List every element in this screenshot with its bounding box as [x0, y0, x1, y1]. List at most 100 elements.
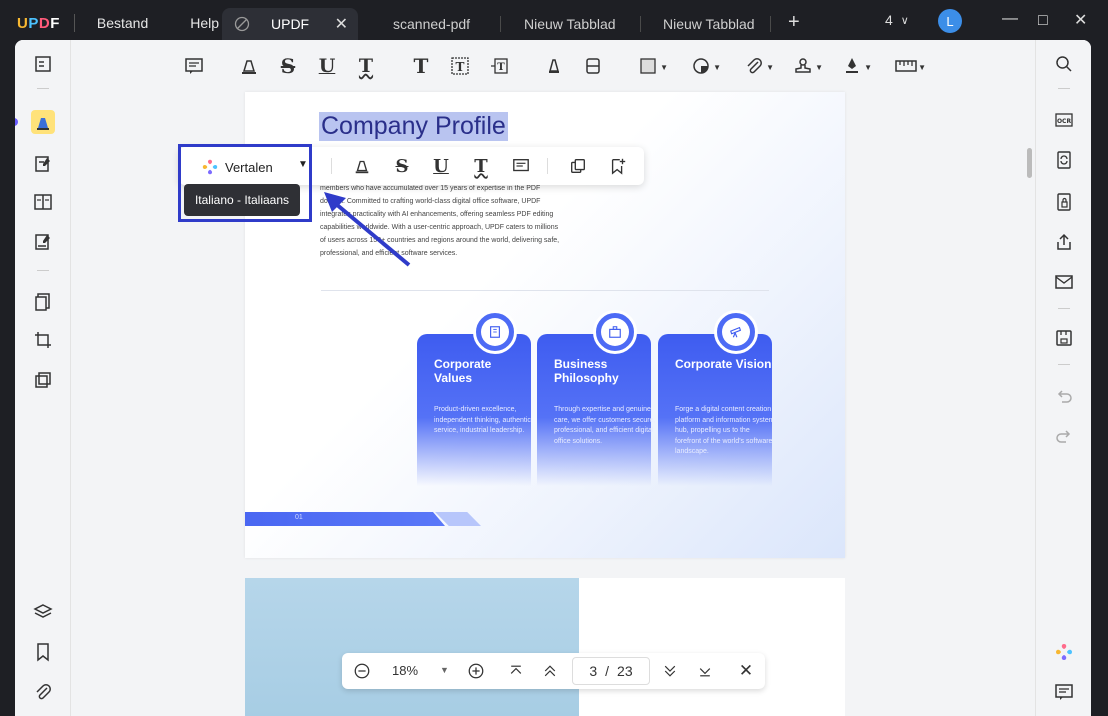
undo-icon[interactable]	[1052, 384, 1076, 408]
underline-icon[interactable]: U	[430, 156, 452, 177]
tab-nieuw-tabblad-1[interactable]: Nieuw Tabblad	[524, 8, 616, 40]
tab-updf[interactable]: UPDF ✕	[222, 8, 358, 40]
attachment-icon[interactable]	[31, 680, 55, 704]
window-count-dropdown[interactable]: 4 ∨	[885, 12, 909, 28]
signature-icon[interactable]: ▼	[839, 54, 872, 78]
copy-icon[interactable]	[567, 156, 589, 176]
sidebar-divider	[37, 88, 49, 89]
bookmark-icon[interactable]	[31, 640, 55, 664]
ocr-icon[interactable]: OCR	[1052, 108, 1076, 132]
reader-icon[interactable]	[31, 52, 55, 76]
stamp-icon[interactable]: ▼	[790, 54, 823, 78]
tab-divider	[770, 16, 771, 32]
tab-nieuw-tabblad-2[interactable]: Nieuw Tabblad	[663, 8, 755, 40]
edit-pdf-icon[interactable]	[31, 152, 55, 176]
tab-doc-icon	[234, 16, 250, 32]
vertical-scrollbar[interactable]	[1027, 148, 1032, 178]
briefcase-icon	[593, 310, 637, 354]
highlight-icon[interactable]	[351, 156, 373, 176]
close-window-button[interactable]: ✕	[1074, 10, 1087, 30]
page-separator: /	[605, 663, 610, 679]
squiggly-icon[interactable]: T	[353, 54, 379, 78]
eraser-icon[interactable]	[580, 54, 606, 78]
sidebar-divider	[1058, 364, 1070, 365]
share-icon[interactable]	[1052, 230, 1076, 254]
comment-icon[interactable]	[181, 54, 207, 78]
sticker-icon[interactable]: ▼	[688, 54, 721, 78]
shape-icon[interactable]: ▼	[635, 54, 668, 78]
zoom-in-icon[interactable]	[466, 661, 486, 681]
card-corporate-vision: Corporate Vision Forge a digital content…	[658, 310, 775, 486]
text-icon[interactable]: T	[408, 54, 434, 78]
comment-icon[interactable]	[510, 156, 532, 176]
menu-bestand[interactable]: Bestand	[97, 15, 148, 31]
crop-icon[interactable]	[31, 328, 55, 352]
tab-divider	[640, 16, 641, 32]
page-tools-icon[interactable]	[31, 290, 55, 314]
redo-icon[interactable]	[1052, 424, 1076, 448]
form-icon[interactable]	[31, 230, 55, 254]
page-divider	[321, 290, 769, 291]
minimize-button[interactable]: —	[1002, 10, 1018, 28]
zoom-out-icon[interactable]	[352, 661, 372, 681]
card-body: Forge a digital content creation platfor…	[675, 406, 775, 455]
building-icon	[473, 310, 517, 354]
zoom-dropdown-icon[interactable]: ▼	[440, 665, 449, 675]
text-callout-icon[interactable]: T	[486, 54, 512, 78]
convert-icon[interactable]	[1052, 148, 1076, 172]
close-tab-icon[interactable]: ✕	[335, 14, 348, 34]
previous-page-icon[interactable]	[540, 661, 560, 681]
new-tab-button[interactable]: +	[788, 11, 800, 34]
ai-assistant-icon[interactable]	[1052, 640, 1076, 664]
organize-pages-icon[interactable]	[31, 190, 55, 214]
textbox-icon[interactable]: T	[447, 54, 473, 78]
close-nav-icon[interactable]: ✕	[736, 661, 756, 681]
logo-divider	[73, 14, 75, 32]
page-number-input[interactable]: 3 / 23	[572, 657, 650, 685]
avatar[interactable]: L	[938, 9, 962, 33]
active-indicator	[15, 118, 18, 126]
comments-panel-icon[interactable]	[1052, 680, 1076, 704]
search-icon[interactable]	[1052, 52, 1076, 76]
menu-help[interactable]: Help	[190, 15, 219, 31]
highlight-icon[interactable]	[236, 54, 262, 78]
layers-copy-icon[interactable]	[31, 368, 55, 392]
updf-logo: UPDF	[17, 14, 60, 32]
comment-highlighter-icon[interactable]	[31, 110, 55, 134]
card-corporate-values: Corporate Values Product-driven excellen…	[417, 310, 531, 486]
underline-icon[interactable]: U	[314, 54, 340, 78]
pencil-icon[interactable]	[541, 54, 567, 78]
page-navigation-bar: 18% ▼ 3 / 23 ✕	[342, 653, 765, 689]
tab-label: scanned-pdf	[393, 16, 471, 32]
protect-icon[interactable]	[1052, 190, 1076, 214]
layers-icon[interactable]	[31, 600, 55, 624]
svg-text:T: T	[456, 60, 465, 74]
tab-scanned-pdf[interactable]: scanned-pdf	[393, 8, 470, 40]
add-bookmark-icon[interactable]	[607, 156, 629, 176]
card-title: Corporate Values	[434, 357, 492, 385]
measure-icon[interactable]: ▼	[890, 54, 926, 78]
footer-banner	[245, 512, 445, 526]
page-image	[245, 578, 579, 716]
right-sidebar: OCR	[1035, 40, 1091, 716]
attach-file-icon[interactable]: ▼	[741, 54, 774, 78]
page-title[interactable]: Company Profile	[319, 112, 508, 141]
left-sidebar	[15, 40, 71, 716]
strikethrough-icon[interactable]: S	[391, 156, 413, 177]
zoom-level[interactable]: 18%	[392, 663, 418, 678]
squiggly-icon[interactable]: T	[470, 156, 492, 177]
sidebar-divider	[1058, 88, 1070, 89]
strikethrough-icon[interactable]: S	[275, 54, 301, 78]
first-page-icon[interactable]	[506, 661, 526, 681]
card-body: Product-driven excellence, independent t…	[434, 406, 531, 434]
email-icon[interactable]	[1052, 270, 1076, 294]
document-area: S U T T T T ▼ ▼ ▼ ▼ ▼ ▼ Company Profile …	[72, 40, 1034, 716]
save-icon[interactable]	[1052, 326, 1076, 350]
page-number-label: 01	[295, 514, 303, 521]
next-page-icon[interactable]	[660, 661, 680, 681]
last-page-icon[interactable]	[695, 661, 715, 681]
toolbar-divider	[547, 158, 548, 174]
maximize-button[interactable]: □	[1038, 12, 1048, 30]
svg-text:T: T	[497, 62, 505, 73]
sidebar-divider	[1058, 308, 1070, 309]
